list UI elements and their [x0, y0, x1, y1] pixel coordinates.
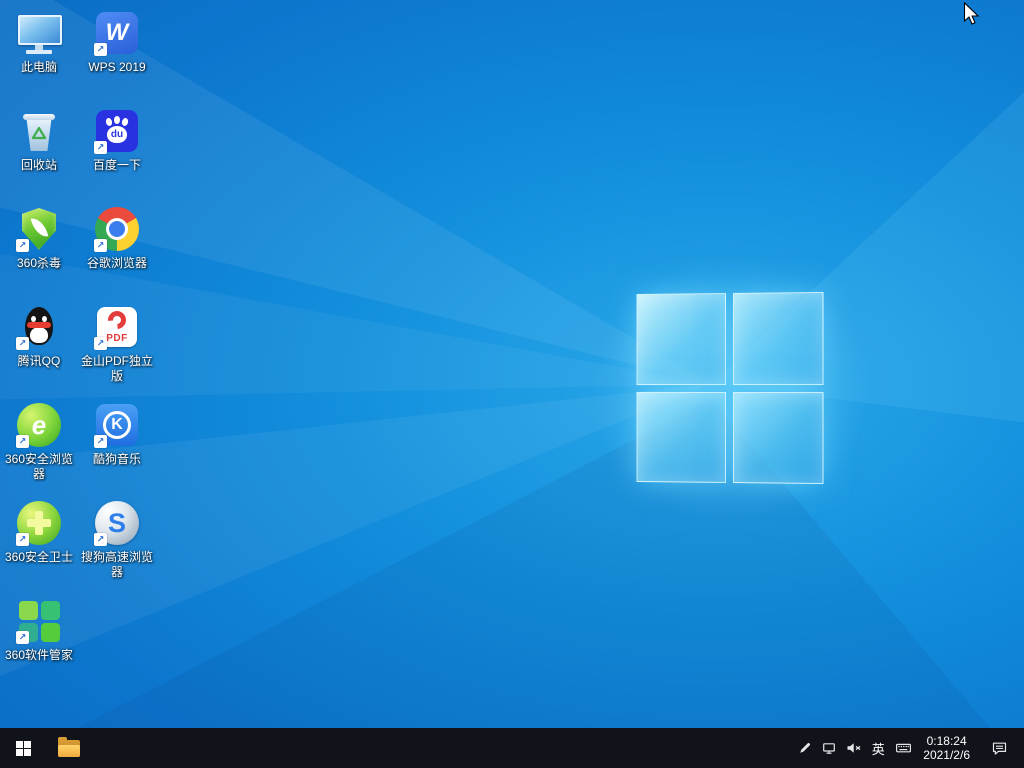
chrome-icon: [93, 205, 141, 253]
360-software-manager-icon: [15, 597, 63, 645]
taskbar: 英 0:18:24 2021/2/6: [0, 728, 1024, 768]
recycle-symbol: [29, 125, 49, 145]
desktop-icon-label: 谷歌浏览器: [87, 256, 147, 271]
tile-shape: [19, 601, 38, 620]
360-secure-browser-icon: e: [15, 401, 63, 449]
desktop-icon-label: 酷狗音乐: [93, 452, 141, 467]
desktop-icon-kugou-music[interactable]: K 酷狗音乐: [78, 396, 156, 494]
shortcut-arrow-overlay: [16, 337, 29, 350]
tile-shape: [41, 601, 60, 620]
paw-toe: [114, 116, 120, 124]
taskbar-left: [0, 728, 92, 768]
shortcut-arrow-overlay: [94, 239, 107, 252]
paw-pad: du: [107, 126, 127, 143]
system-tray: 英 0:18:24 2021/2/6: [793, 728, 1024, 768]
shortcut-arrow-overlay: [16, 533, 29, 546]
chrome-blue-core: [109, 221, 125, 237]
desktop-icon-label: WPS 2019: [88, 60, 145, 75]
shortcut-arrow-overlay: [16, 631, 29, 644]
windows-logo-pane: [732, 392, 823, 485]
kugou-music-icon: K: [93, 401, 141, 449]
shortcut-arrow-overlay: [16, 435, 29, 448]
volume-muted-icon[interactable]: [841, 728, 865, 768]
sogou-browser-icon: S: [93, 499, 141, 547]
icon-shape: [23, 114, 55, 120]
desktop-icon-label: 360软件管家: [5, 648, 73, 663]
windows-logo-pane: [732, 292, 823, 385]
windows-start-icon: [16, 741, 31, 756]
windows-ink-pen-icon[interactable]: [793, 728, 817, 768]
baidu-icon: du: [93, 107, 141, 155]
desktop-icon-kingsoft-pdf[interactable]: PDF 金山PDF独立版: [78, 298, 156, 396]
file-explorer-button[interactable]: [46, 728, 92, 768]
desktop-icon-label: 回收站: [21, 158, 57, 173]
icon-shape: [18, 15, 62, 45]
desktop-icon-label: 360杀毒: [17, 256, 61, 271]
desktop-icon-label: 百度一下: [93, 158, 141, 173]
icon-letter: du: [111, 129, 123, 140]
windows-logo-pane: [637, 293, 726, 384]
clock-date: 2021/2/6: [923, 748, 970, 762]
this-pc-icon: [15, 9, 63, 57]
desktop-icon-tencent-qq[interactable]: 腾讯QQ: [0, 298, 78, 396]
desktop-icon-recycle-bin[interactable]: 回收站: [0, 102, 78, 200]
clock-time: 0:18:24: [927, 734, 967, 748]
desktop-icon-360-secure-browser[interactable]: e 360安全浏览器: [0, 396, 78, 494]
shortcut-arrow-overlay: [94, 533, 107, 546]
shortcut-arrow-overlay: [94, 435, 107, 448]
tile-shape: [41, 623, 60, 642]
desktop-icon-wps-2019[interactable]: W WPS 2019: [78, 4, 156, 102]
wps-icon: W: [93, 9, 141, 57]
windows-logo: [637, 292, 824, 484]
desktop-icon-chrome[interactable]: 谷歌浏览器: [78, 200, 156, 298]
desktop-icon-sogou-browser[interactable]: S 搜狗高速浏览器: [78, 494, 156, 592]
action-center-icon[interactable]: [984, 728, 1014, 768]
desktop-icon-360-software-manager[interactable]: 360软件管家: [0, 592, 78, 690]
icon-shape: [26, 50, 52, 54]
recycle-bin-icon: [15, 107, 63, 155]
desktop-icon-360-safe-guard[interactable]: 360安全卫士: [0, 494, 78, 592]
shortcut-arrow-overlay: [94, 141, 107, 154]
desktop-icon-label: 腾讯QQ: [18, 354, 61, 369]
start-button[interactable]: [0, 728, 46, 768]
desktop-icon-baidu[interactable]: du 百度一下: [78, 102, 156, 200]
desktop-icon-label: 金山PDF独立版: [79, 354, 155, 384]
file-explorer-icon: [58, 740, 80, 757]
tencent-qq-icon: [15, 303, 63, 351]
360-safe-guard-icon: [15, 499, 63, 547]
penguin-scarf: [27, 322, 51, 328]
penguin-belly: [30, 327, 48, 343]
desktop-icon-grid: 此电脑 回收站 360杀毒 腾讯QQ e: [0, 4, 156, 690]
desktop-icon-360-antivirus[interactable]: 360杀毒: [0, 200, 78, 298]
desktop-icon-label: 搜狗高速浏览器: [79, 550, 155, 580]
ime-indicator[interactable]: 英: [865, 728, 891, 768]
shortcut-arrow-overlay: [94, 43, 107, 56]
windows-logo-pane: [637, 391, 726, 482]
desktop-icon-label: 此电脑: [21, 60, 57, 75]
shortcut-arrow-overlay: [94, 337, 107, 350]
touch-keyboard-icon[interactable]: [891, 728, 915, 768]
network-icon[interactable]: [817, 728, 841, 768]
shortcut-arrow-overlay: [16, 239, 29, 252]
360-antivirus-icon: [15, 205, 63, 253]
desktop-icon-this-pc[interactable]: 此电脑: [0, 4, 78, 102]
kingsoft-pdf-icon: PDF: [93, 303, 141, 351]
desktop-icon-label: 360安全卫士: [5, 550, 73, 565]
plus-shape: [27, 519, 51, 527]
desktop-icon-label: 360安全浏览器: [1, 452, 77, 482]
taskbar-clock[interactable]: 0:18:24 2021/2/6: [915, 728, 978, 768]
